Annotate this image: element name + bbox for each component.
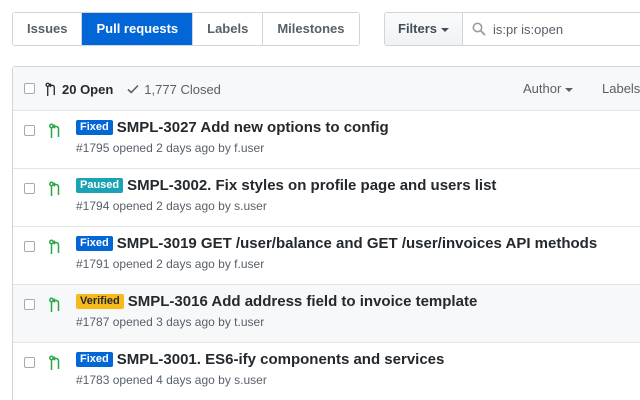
issue-meta: #1783 opened 4 days ago by s.user bbox=[76, 373, 267, 387]
caret-down-icon bbox=[441, 27, 450, 32]
filters-bar: Filters bbox=[384, 12, 640, 46]
open-pr-status bbox=[49, 297, 61, 318]
pull-request-icon bbox=[49, 181, 60, 196]
issue-title-link[interactable]: SMPL-3001. ES6-ify components and servic… bbox=[117, 351, 445, 368]
issue-number: #1794 bbox=[76, 199, 110, 213]
issue-label[interactable]: Fixed bbox=[76, 120, 113, 135]
tab-issues[interactable]: Issues bbox=[13, 13, 83, 45]
issue-title-line: Paused SMPL-3002. Fix styles on profile … bbox=[76, 177, 496, 194]
issue-author-link[interactable]: s.user bbox=[234, 373, 267, 387]
row-checkbox[interactable] bbox=[24, 299, 35, 310]
issue-opened: opened 2 days ago by bbox=[112, 257, 231, 271]
issues-subnav: Issues Pull requests Labels Milestones bbox=[12, 12, 360, 46]
table-row[interactable]: Fixed SMPL-3019 GET /user/balance and GE… bbox=[13, 227, 640, 285]
closed-count: 1,777 Closed bbox=[144, 81, 221, 97]
open-pr-status bbox=[49, 239, 61, 260]
tab-labels[interactable]: Labels bbox=[193, 13, 264, 45]
issue-rows: Fixed SMPL-3027 Add new options to confi… bbox=[13, 111, 640, 400]
table-row[interactable]: Paused SMPL-3002. Fix styles on profile … bbox=[13, 169, 640, 227]
issue-meta: #1794 opened 2 days ago by s.user bbox=[76, 199, 267, 213]
open-pr-status bbox=[49, 181, 61, 202]
issue-author-link[interactable]: s.user bbox=[234, 199, 267, 213]
issue-author-link[interactable]: f.user bbox=[234, 141, 264, 155]
pull-request-icon bbox=[49, 239, 60, 254]
labels-filter[interactable]: Labels bbox=[602, 81, 640, 96]
table-row[interactable]: Fixed SMPL-3001. ES6-ify components and … bbox=[13, 343, 640, 400]
issue-opened: opened 4 days ago by bbox=[112, 373, 231, 387]
open-filter[interactable]: 20 Open bbox=[45, 82, 113, 97]
issue-opened: opened 2 days ago by bbox=[112, 199, 231, 213]
issue-opened: opened 2 days ago by bbox=[112, 141, 231, 155]
author-filter-label: Author bbox=[523, 81, 562, 96]
select-all-checkbox[interactable] bbox=[24, 83, 35, 94]
issue-label[interactable]: Fixed bbox=[76, 352, 113, 367]
table-row[interactable]: Verified SMPL-3016 Add address field to … bbox=[13, 285, 640, 343]
open-pr-status bbox=[49, 123, 61, 144]
open-count: 20 Open bbox=[62, 81, 114, 97]
row-checkbox[interactable] bbox=[24, 357, 35, 368]
search-input[interactable] bbox=[463, 13, 640, 45]
pull-request-icon bbox=[49, 123, 60, 138]
search-box bbox=[463, 13, 640, 45]
labels-filter-label: Labels bbox=[602, 81, 640, 96]
list-header: 20 Open 1,777 Closed Author Labels bbox=[13, 67, 640, 111]
pull-request-icon bbox=[49, 297, 60, 312]
pull-request-icon bbox=[49, 355, 60, 370]
issue-title-line: Fixed SMPL-3001. ES6-ify components and … bbox=[76, 351, 444, 368]
pull-request-icon bbox=[45, 82, 55, 96]
issue-meta: #1791 opened 2 days ago by f.user bbox=[76, 257, 264, 271]
issue-title-line: Fixed SMPL-3019 GET /user/balance and GE… bbox=[76, 235, 597, 252]
state-toggles: 20 Open 1,777 Closed bbox=[45, 67, 221, 111]
issue-title-link[interactable]: SMPL-3027 Add new options to config bbox=[117, 119, 389, 136]
issue-label[interactable]: Verified bbox=[76, 294, 124, 309]
issue-meta: #1787 opened 3 days ago by t.user bbox=[76, 315, 264, 329]
open-pr-status bbox=[49, 355, 61, 376]
issue-number: #1791 bbox=[76, 257, 110, 271]
issue-number: #1795 bbox=[76, 141, 110, 155]
row-checkbox[interactable] bbox=[24, 125, 35, 136]
pull-request-list: 20 Open 1,777 Closed Author Labels Fixed… bbox=[12, 66, 640, 400]
issue-title-link[interactable]: SMPL-3019 GET /user/balance and GET /use… bbox=[117, 235, 597, 252]
filters-button-label: Filters bbox=[398, 21, 438, 36]
row-checkbox[interactable] bbox=[24, 241, 35, 252]
issue-label[interactable]: Fixed bbox=[76, 236, 113, 251]
closed-filter[interactable]: 1,777 Closed bbox=[127, 82, 221, 97]
caret-down-icon bbox=[565, 87, 574, 92]
table-row[interactable]: Fixed SMPL-3027 Add new options to confi… bbox=[13, 111, 640, 169]
issue-title-link[interactable]: SMPL-3016 Add address field to invoice t… bbox=[128, 293, 478, 310]
issue-meta: #1795 opened 2 days ago by f.user bbox=[76, 141, 264, 155]
row-checkbox[interactable] bbox=[24, 183, 35, 194]
issue-title-link[interactable]: SMPL-3002. Fix styles on profile page an… bbox=[127, 177, 496, 194]
search-icon bbox=[472, 22, 486, 36]
tab-pull-requests[interactable]: Pull requests bbox=[82, 13, 194, 45]
issue-title-line: Verified SMPL-3016 Add address field to … bbox=[76, 293, 477, 310]
author-filter[interactable]: Author bbox=[523, 81, 574, 96]
issue-title-line: Fixed SMPL-3027 Add new options to confi… bbox=[76, 119, 389, 136]
issue-author-link[interactable]: t.user bbox=[234, 315, 264, 329]
tab-milestones[interactable]: Milestones bbox=[263, 13, 359, 45]
issue-author-link[interactable]: f.user bbox=[234, 257, 264, 271]
issue-opened: opened 3 days ago by bbox=[112, 315, 231, 329]
issue-number: #1787 bbox=[76, 315, 110, 329]
filters-button[interactable]: Filters bbox=[385, 13, 463, 45]
issue-number: #1783 bbox=[76, 373, 110, 387]
issue-label[interactable]: Paused bbox=[76, 178, 124, 193]
check-icon bbox=[127, 84, 139, 94]
